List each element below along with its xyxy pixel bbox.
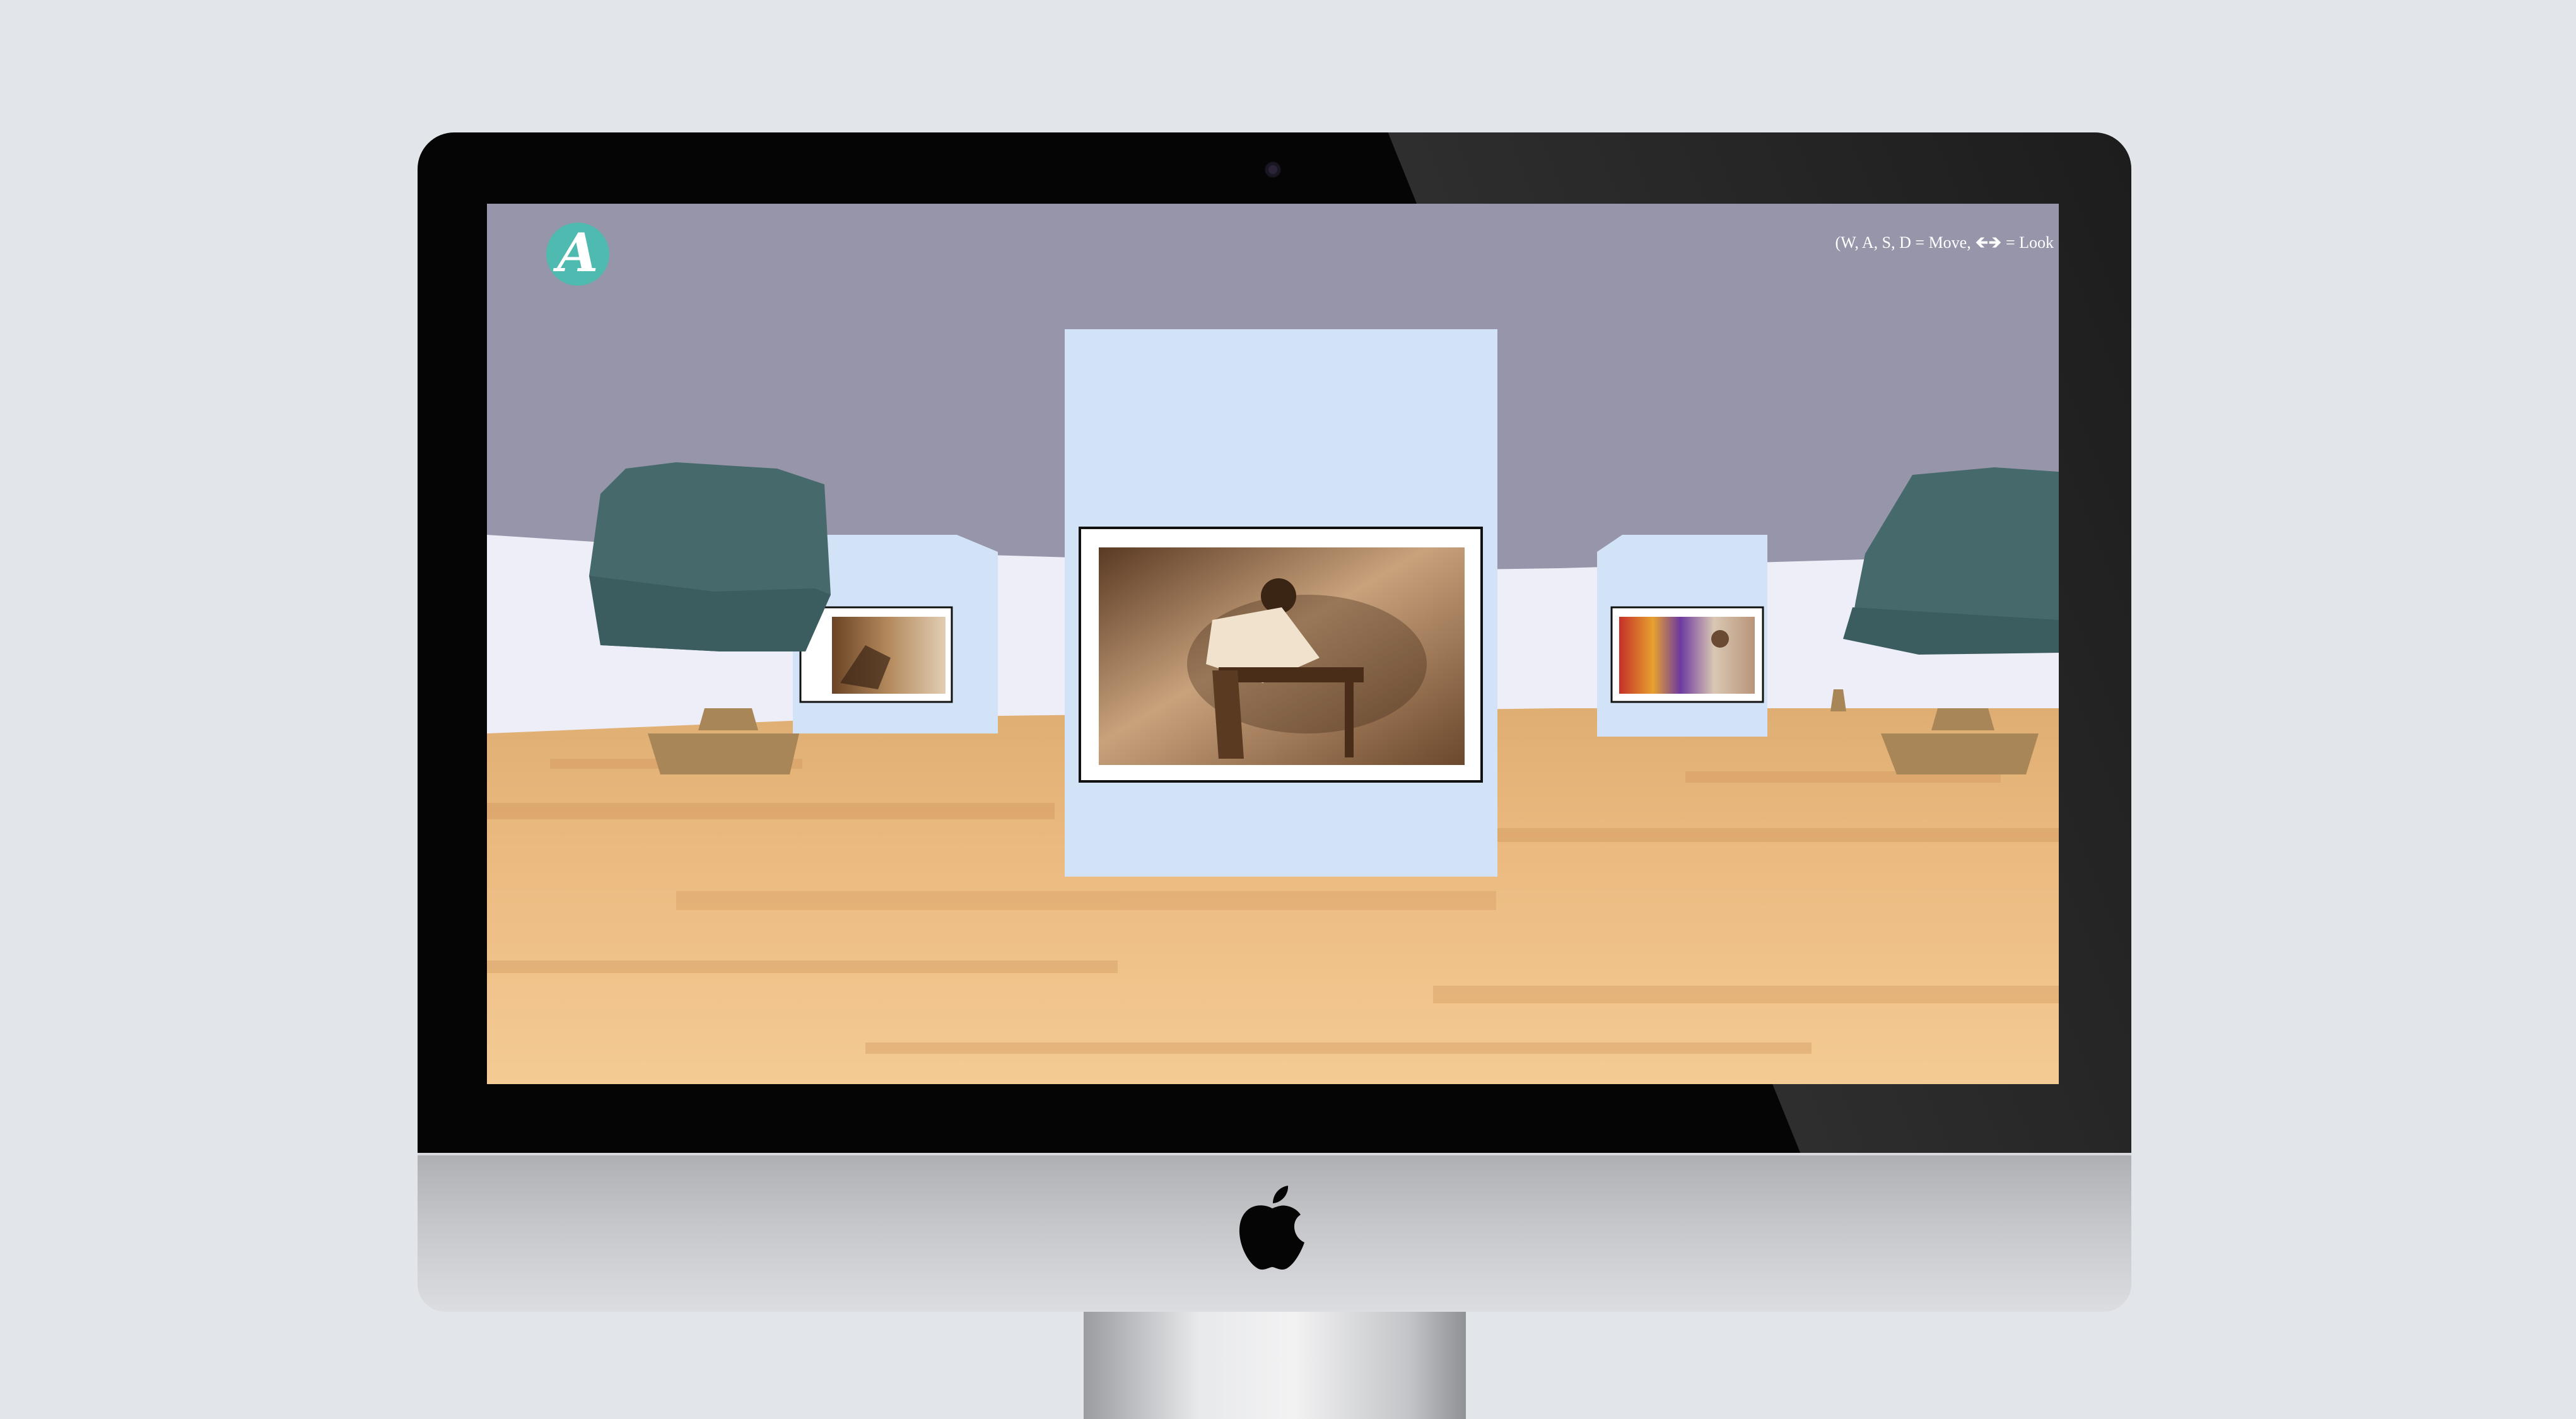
artwork-figure-head bbox=[1711, 630, 1729, 648]
apple-logo-icon bbox=[1239, 1186, 1304, 1270]
gallery-scene[interactable] bbox=[487, 204, 2059, 1084]
logo-letter: A bbox=[557, 221, 599, 284]
controls-hint: (W, A, S, D = Move, 🡸🡺 = Look bbox=[1835, 233, 2054, 252]
gallery-viewport[interactable]: A (W, A, S, D = Move, 🡸🡺 = Look bbox=[487, 204, 2059, 1084]
monitor-stand bbox=[1084, 1312, 1466, 1419]
colorful-painting-with-man bbox=[1619, 617, 1755, 694]
gallery-logo[interactable]: A bbox=[546, 223, 609, 286]
camera-icon bbox=[1266, 163, 1280, 177]
